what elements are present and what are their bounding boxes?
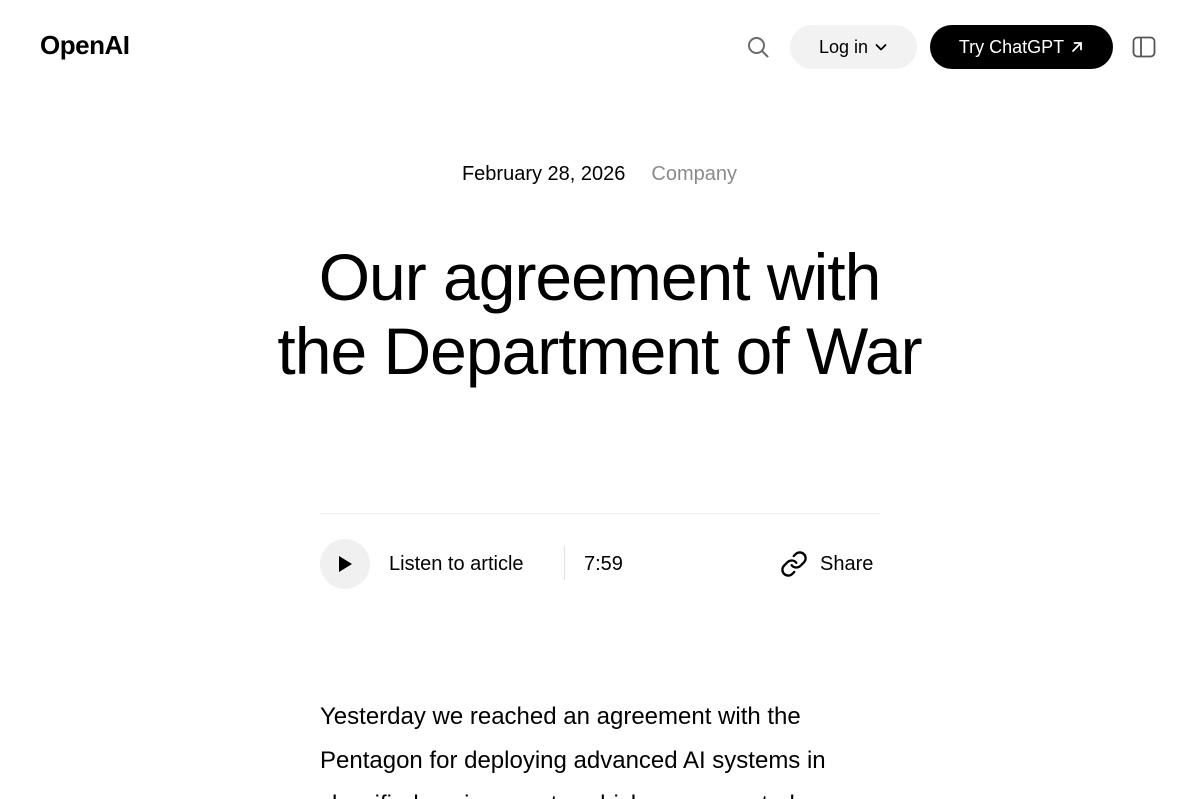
- openai-logo[interactable]: OpenAI: [40, 30, 130, 61]
- article-meta: February 28, 2026 Company: [0, 163, 1199, 186]
- try-chatgpt-button[interactable]: Try ChatGPT: [930, 25, 1113, 69]
- link-icon: [781, 551, 807, 577]
- arrow-up-right-icon: [1072, 42, 1083, 52]
- page-title: Our agreement with the Department of War: [200, 240, 999, 388]
- page: OpenAI Log in Try ChatGPT February 28, 2…: [0, 0, 1199, 799]
- play-button[interactable]: [320, 539, 370, 589]
- player-separator: [564, 546, 565, 580]
- audio-duration: 7:59: [584, 553, 623, 575]
- share-label: Share: [820, 552, 874, 575]
- search-icon: [748, 37, 769, 58]
- search-button[interactable]: [744, 33, 772, 61]
- play-icon: [339, 556, 352, 572]
- divider: [320, 513, 880, 514]
- category-link[interactable]: Company: [651, 163, 737, 186]
- login-button[interactable]: Log in: [790, 25, 917, 69]
- sidebar-toggle-icon: [1132, 36, 1156, 58]
- article-body-paragraph: Yesterday we reached an agreement with t…: [320, 703, 826, 799]
- publish-date: February 28, 2026: [461, 163, 626, 185]
- listen-to-article-label[interactable]: Listen to article: [389, 551, 524, 577]
- title-line-2: the Department of War: [277, 314, 922, 388]
- try-chatgpt-label: Try ChatGPT: [958, 36, 1065, 57]
- chevron-down-icon: [875, 44, 887, 51]
- share-button[interactable]: Share: [780, 548, 873, 580]
- sidebar-toggle-button[interactable]: [1131, 34, 1157, 60]
- title-line-1: Our agreement with: [318, 240, 882, 314]
- login-label: Log in: [818, 36, 869, 57]
